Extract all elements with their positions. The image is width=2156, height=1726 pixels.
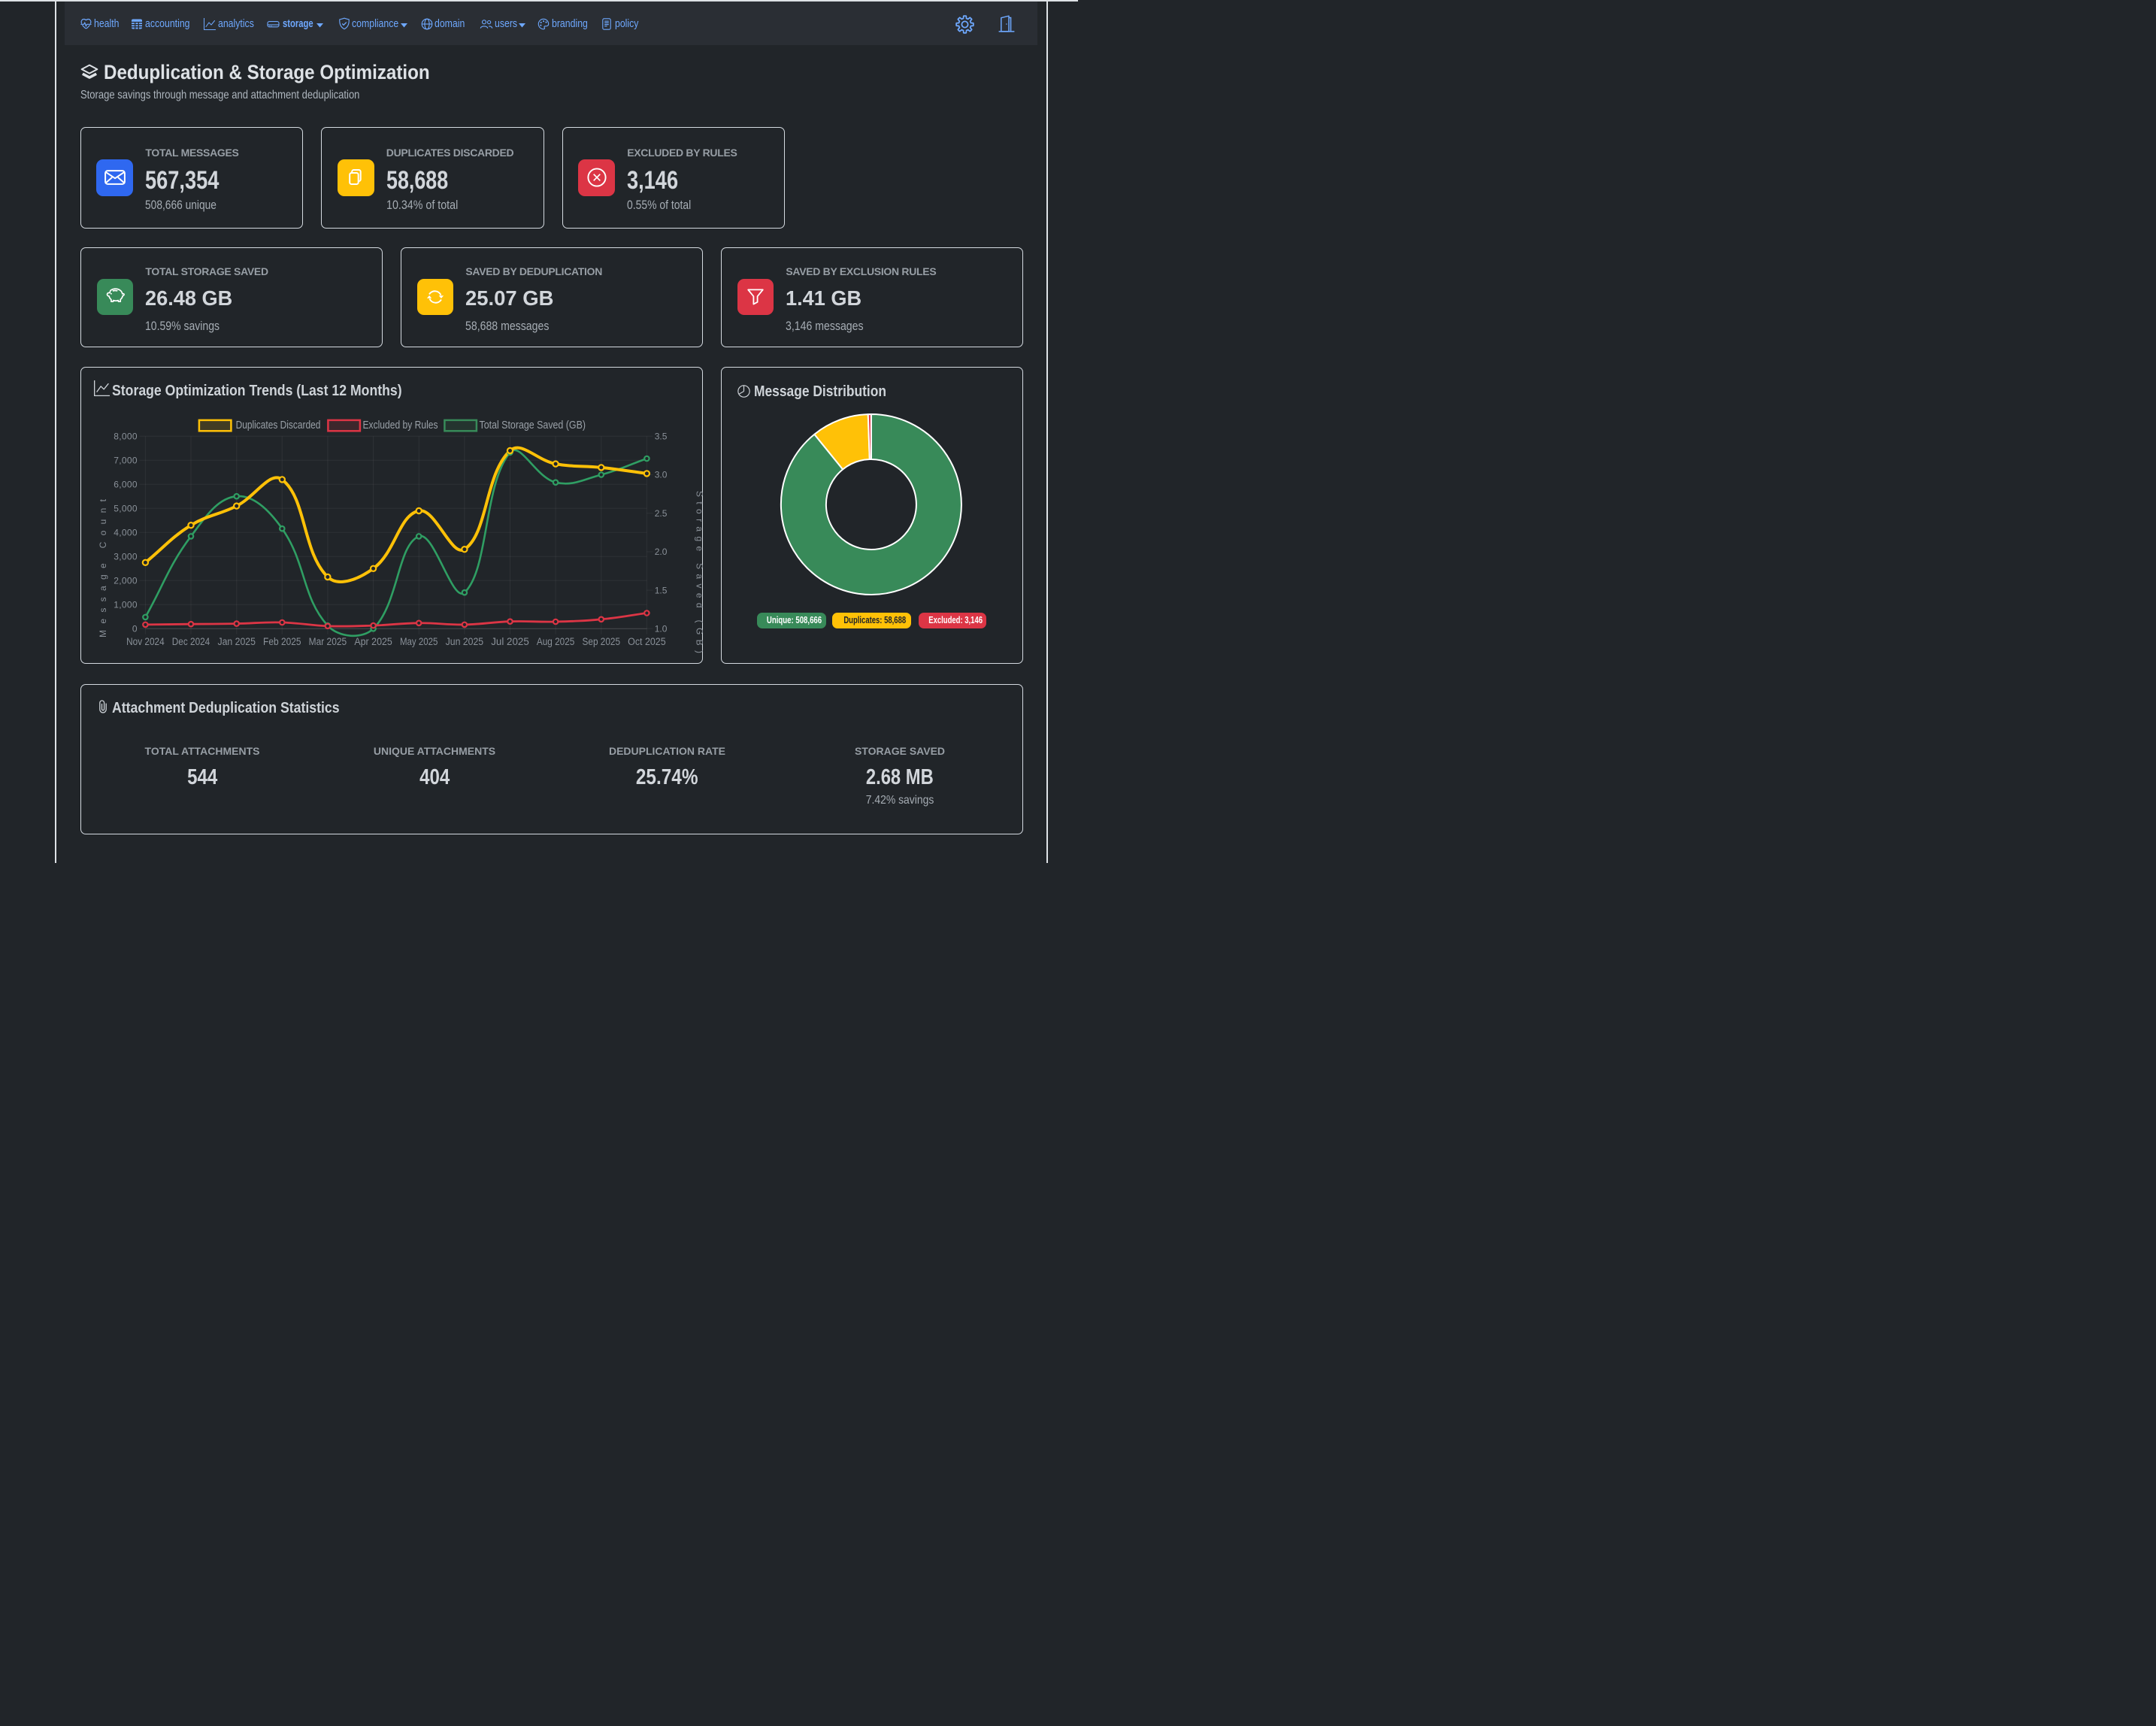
svg-text:Jan 2025: Jan 2025 [217,636,256,647]
svg-text:Apr 2025: Apr 2025 [354,636,392,647]
svg-text:Duplicates Discarded: Duplicates Discarded [236,419,321,432]
svg-text:3,000: 3,000 [114,551,138,562]
svg-text:2,000: 2,000 [114,575,138,586]
svg-text:Oct 2025: Oct 2025 [628,636,666,647]
svg-text:1,000: 1,000 [114,599,138,610]
svg-text:Aug 2025: Aug 2025 [537,636,575,647]
svg-text:Nov 2024: Nov 2024 [126,636,165,647]
svg-text:Total Storage Saved (GB): Total Storage Saved (GB) [480,419,586,432]
svg-text:7,000: 7,000 [114,455,138,465]
svg-text:1.0: 1.0 [655,623,668,634]
svg-text:2.0: 2.0 [655,547,668,557]
svg-text:Message Count: Message Count [98,498,108,637]
svg-text:3.5: 3.5 [655,431,668,441]
svg-text:Jun 2025: Jun 2025 [446,636,484,647]
svg-text:1.5: 1.5 [655,585,668,595]
svg-text:2.5: 2.5 [655,507,668,518]
svg-text:0: 0 [132,623,138,634]
svg-text:4,000: 4,000 [114,527,138,537]
svg-text:Dec 2024: Dec 2024 [172,636,210,647]
svg-text:Feb 2025: Feb 2025 [263,636,301,647]
svg-text:8,000: 8,000 [114,431,138,441]
svg-text:Mar 2025: Mar 2025 [309,636,347,647]
svg-text:3.0: 3.0 [655,469,668,480]
svg-text:Sep 2025: Sep 2025 [583,636,621,647]
svg-text:6,000: 6,000 [114,479,138,489]
svg-text:5,000: 5,000 [114,503,138,513]
svg-text:May 2025: May 2025 [400,636,438,647]
svg-text:Excluded by Rules: Excluded by Rules [363,419,438,432]
svg-text:Jul 2025: Jul 2025 [491,636,529,647]
